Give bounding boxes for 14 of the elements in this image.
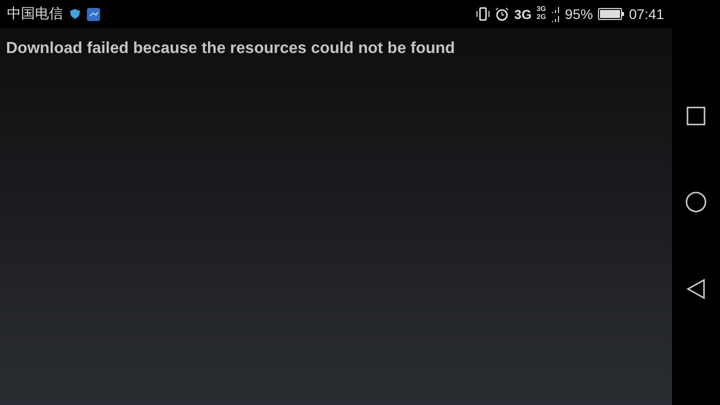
- vibrate-icon: [476, 7, 490, 21]
- shield-icon: [69, 8, 81, 20]
- app-icon: [87, 8, 100, 20]
- clock-time: 07:41: [628, 6, 664, 22]
- carrier-name: 中国电信: [7, 5, 63, 23]
- back-button[interactable]: [686, 278, 706, 300]
- signal-icon: [550, 5, 560, 23]
- battery-icon: [598, 8, 624, 20]
- battery-percent: 95%: [564, 6, 593, 22]
- recent-apps-button[interactable]: [686, 106, 706, 126]
- home-button[interactable]: [685, 190, 707, 212]
- network-type: 3G: [514, 6, 532, 22]
- alarm-icon: [495, 7, 510, 21]
- error-message: Download failed because the resources could not be found: [6, 40, 456, 58]
